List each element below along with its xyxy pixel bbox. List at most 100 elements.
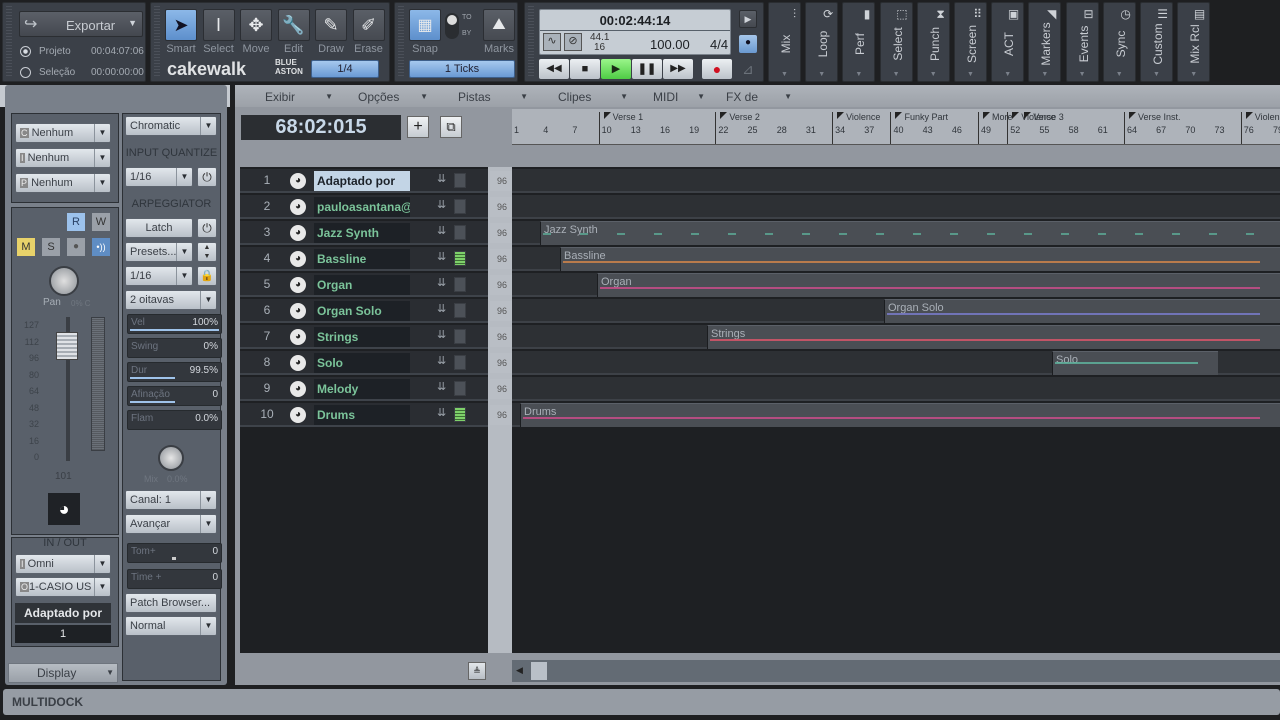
module-screen[interactable]: ⠿ Screen ▼: [954, 2, 987, 82]
arp-power[interactable]: ⏻: [197, 218, 217, 238]
tom-slider[interactable]: Tom+ 0: [127, 543, 222, 563]
scroll-left-icon[interactable]: ◀: [516, 665, 523, 676]
track-volume[interactable]: 96: [490, 353, 514, 373]
expand-icon[interactable]: ⇊: [437, 250, 446, 263]
expand-icon[interactable]: ⇊: [437, 406, 446, 419]
snap-resolution-select[interactable]: 1 Ticks: [409, 60, 515, 78]
patch-browser-button[interactable]: Patch Browser...: [125, 593, 217, 613]
rewind-button[interactable]: ◀◀: [539, 59, 569, 79]
input-quantize-power[interactable]: ⏻: [197, 167, 217, 187]
menu-5[interactable]: FX de região ▼: [710, 88, 792, 122]
clip[interactable]: Organ Solo: [884, 299, 1280, 323]
export-button[interactable]: ↪ Exportar ▼: [19, 11, 143, 37]
play-button[interactable]: ▶: [601, 59, 631, 79]
tool-resolution-select[interactable]: 1/4: [311, 60, 379, 78]
track-volume[interactable]: 96: [490, 301, 514, 321]
tool-draw-button[interactable]: ✎: [315, 9, 347, 41]
tool-select-button[interactable]: I: [202, 9, 235, 41]
duplicate-track-button[interactable]: ⧉: [440, 116, 462, 138]
tool-erase-button[interactable]: ✐: [352, 9, 385, 41]
track-row[interactable]: 7 ◕ Strings ⇊ 96: [240, 325, 514, 349]
marker[interactable]: More: [983, 112, 1013, 122]
radio-selection[interactable]: [20, 67, 31, 78]
snap-grid-button[interactable]: ▦: [409, 9, 441, 41]
track-row[interactable]: 6 ◕ Organ Solo ⇊ 96: [240, 299, 514, 323]
channel-select[interactable]: Canal: 1 ▼: [125, 490, 217, 510]
solo-button[interactable]: S: [42, 238, 60, 256]
module-markers[interactable]: ◥ Markers ▼: [1028, 2, 1062, 82]
track-volume[interactable]: 96: [490, 171, 514, 191]
audio-engine-icon[interactable]: ∿: [543, 33, 561, 51]
tempo[interactable]: 100.00: [650, 37, 690, 52]
mix-knob[interactable]: [158, 445, 184, 471]
arp-param-3[interactable]: Afinação 0: [127, 386, 222, 406]
module-events[interactable]: ⊟ Events ▼: [1065, 2, 1099, 82]
scale-select[interactable]: Chromatic ▼: [125, 116, 217, 136]
metronome-icon[interactable]: ⊿: [742, 61, 754, 78]
track-volume[interactable]: 96: [490, 275, 514, 295]
stop-button[interactable]: ■: [570, 59, 600, 79]
marker[interactable]: Verse 1: [603, 112, 643, 122]
track-name[interactable]: Organ: [314, 275, 410, 295]
tool-move-button[interactable]: ✥: [240, 9, 272, 41]
track-volume[interactable]: 96: [490, 249, 514, 269]
track-volume[interactable]: 96: [490, 405, 514, 425]
track-name[interactable]: Organ Solo: [314, 301, 410, 321]
mute-button[interactable]: M: [17, 238, 35, 256]
metronome-disabled-icon[interactable]: ⊘: [564, 33, 582, 51]
tool-edit-button[interactable]: 🔧: [277, 9, 310, 41]
track-row[interactable]: 8 ◕ Solo ⇊ 96: [240, 351, 514, 375]
read-automation-button[interactable]: R: [67, 213, 85, 231]
track-name[interactable]: pauloasantana@: [314, 197, 410, 217]
input-quantize-select[interactable]: 1/16 ▼: [125, 167, 193, 187]
track-row[interactable]: 4 ◕ Bassline ⇊ 96: [240, 247, 514, 271]
clip[interactable]: Bassline: [560, 247, 1280, 271]
module-punch[interactable]: ⧗ Punch ▼: [916, 2, 950, 82]
track-name[interactable]: Bassline: [314, 249, 410, 269]
marker[interactable]: Verse 3: [1024, 112, 1064, 122]
snap-toggle[interactable]: [445, 13, 459, 39]
module-select[interactable]: ⬚ Select ▼: [879, 2, 913, 82]
expand-icon[interactable]: ⇊: [437, 380, 446, 393]
record-mode-button[interactable]: ●: [739, 35, 757, 53]
volume-fader-handle[interactable]: [56, 331, 78, 360]
track-volume[interactable]: 96: [490, 197, 514, 217]
module-mix[interactable]: ⫶ Mix ▼: [768, 2, 801, 82]
arp-rate-select[interactable]: 1/16 ▼: [125, 266, 193, 286]
track-row[interactable]: 2 ◕ pauloasantana@ ⇊ 96: [240, 195, 514, 219]
marker[interactable]: Violence: [1245, 112, 1280, 122]
mode-select[interactable]: Normal ▼: [125, 616, 217, 636]
input-select[interactable]: I Omni ▼: [15, 554, 111, 574]
track-volume[interactable]: 96: [490, 379, 514, 399]
marker[interactable]: Violence: [836, 112, 880, 122]
module-custom[interactable]: ☰ Custom ▼: [1140, 2, 1173, 82]
arp-param-2[interactable]: Dur 99.5%: [127, 362, 222, 382]
expand-icon[interactable]: ⇊: [437, 172, 446, 185]
module-mix-rcl[interactable]: ▤ Mix Rcl ▼: [1177, 2, 1211, 82]
track-row[interactable]: 1 ◕ Adaptado por ⇊ 96: [240, 169, 514, 193]
module-act[interactable]: ▣ ACT ▼: [991, 2, 1025, 82]
track-scroll-button[interactable]: ≜: [468, 662, 486, 680]
marks-button[interactable]: ⛰: [483, 9, 515, 41]
menu-3[interactable]: Clipes ▼: [540, 88, 628, 106]
track-name[interactable]: Melody: [314, 379, 410, 399]
menu-2[interactable]: Pistas ▼: [440, 88, 528, 106]
menu-0[interactable]: Exibir ▼: [247, 88, 333, 106]
marker[interactable]: Verse 2: [720, 112, 760, 122]
time-signature[interactable]: 4/4: [710, 37, 728, 52]
octaves-select[interactable]: 2 oitavas ▼: [125, 290, 217, 310]
fast-forward-button[interactable]: ▶▶: [663, 59, 693, 79]
track-volume[interactable]: 96: [490, 223, 514, 243]
arp-param-0[interactable]: Vel 100%: [127, 314, 222, 334]
marker[interactable]: Funky Part: [895, 112, 948, 122]
input-echo-button[interactable]: •)): [92, 238, 110, 256]
write-automation-button[interactable]: W: [92, 213, 110, 231]
display-button[interactable]: Display ▼: [8, 663, 118, 683]
module-sync[interactable]: ◷ Sync ▼: [1102, 2, 1136, 82]
top-select-2[interactable]: I Nenhum ▼: [15, 148, 111, 168]
track-name[interactable]: Drums: [314, 405, 410, 425]
menu-1[interactable]: Opções ▼: [340, 88, 428, 106]
track-row[interactable]: 5 ◕ Organ ⇊ 96: [240, 273, 514, 297]
play-options-button[interactable]: ▶: [739, 10, 757, 28]
clip[interactable]: Strings: [707, 325, 1280, 349]
